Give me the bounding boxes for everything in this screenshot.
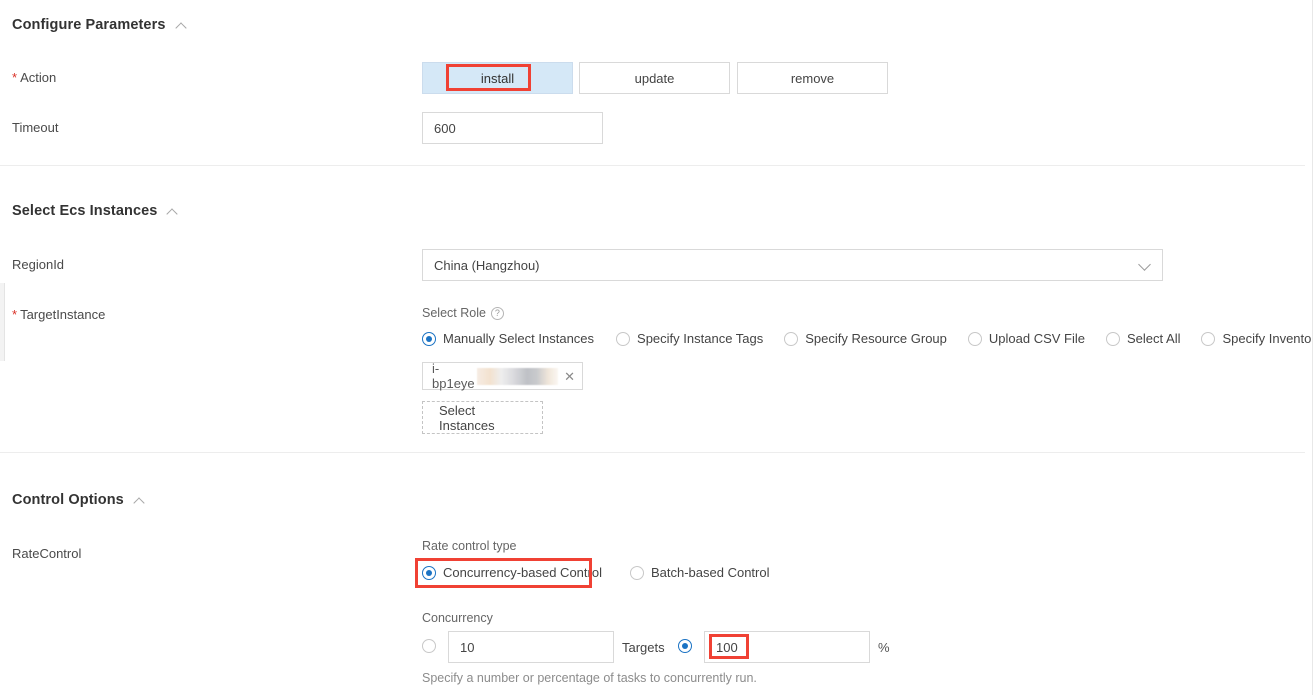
action-label: Action: [20, 70, 57, 85]
section-title: Control Options: [12, 492, 124, 508]
section-header-select-ecs-instances: Select Ecs Instances: [12, 203, 178, 219]
select-role-label-group: Select Role ?: [422, 306, 504, 320]
targets-percent-input[interactable]: 100: [704, 631, 870, 663]
percent-symbol-text: %: [878, 640, 890, 655]
select-role-radio-group: Manually Select Instances Specify Instan…: [422, 331, 1312, 346]
timeout-input[interactable]: 600: [422, 112, 603, 144]
regionid-label: RegionId: [12, 257, 65, 272]
radio-specify-instance-tags[interactable]: Specify Instance Tags: [616, 331, 763, 346]
required-marker: *: [12, 307, 18, 322]
targets-label-text: Targets: [622, 640, 665, 655]
section-header-control-options: Control Options: [12, 492, 145, 508]
timeout-input-value: 600: [434, 120, 456, 136]
scrollbar-thumb[interactable]: [0, 283, 5, 361]
radio-specify-resource-group[interactable]: Specify Resource Group: [784, 331, 947, 346]
radio-dot-icon: [1201, 331, 1216, 346]
redacted-text: [476, 367, 559, 385]
targetinstance-label: TargetInstance: [20, 307, 106, 322]
section-divider-1: [0, 165, 1305, 166]
regionid-row-label: RegionId: [12, 257, 64, 272]
radio-dot-icon: [422, 639, 436, 653]
radio-dot-icon: [422, 331, 436, 346]
select-role-label: Select Role: [422, 306, 486, 320]
concurrency-hint-text: Specify a number or percentage of tasks …: [422, 671, 757, 685]
radio-dot-icon: [784, 331, 799, 346]
help-icon[interactable]: ?: [490, 306, 504, 320]
rate-control-type-label-text: Rate control type: [422, 539, 517, 553]
chevron-up-icon[interactable]: [176, 20, 187, 31]
action-option-update[interactable]: update: [579, 62, 730, 94]
chevron-up-icon[interactable]: [167, 206, 178, 217]
timeout-row-label: Timeout: [12, 120, 58, 135]
required-marker: *: [12, 70, 18, 85]
radio-label: Batch-based Control: [650, 565, 770, 580]
concurrency-number-input[interactable]: 10: [448, 631, 614, 663]
targets-label: Targets: [622, 640, 665, 655]
radio-manually-select-instances[interactable]: Manually Select Instances: [422, 331, 594, 346]
radio-dot-icon: [629, 565, 644, 580]
concurrency-hint: Specify a number or percentage of tasks …: [422, 671, 757, 685]
targetinstance-row-label: * TargetInstance: [12, 307, 105, 322]
action-option-install[interactable]: install: [422, 62, 573, 94]
radio-select-all[interactable]: Select All: [1106, 331, 1180, 346]
radio-specify-inventory-conditions[interactable]: Specify Inventory Conditions: [1201, 331, 1312, 346]
section-title: Select Ecs Instances: [12, 203, 158, 219]
radio-label: Concurrency-based Control: [443, 565, 602, 580]
concurrency-number-value: 10: [460, 639, 475, 655]
radio-label: Specify Instance Tags: [637, 331, 764, 346]
ratecontrol-label: RateControl: [12, 546, 82, 561]
radio-dot-icon: [678, 639, 692, 653]
radio-label: Manually Select Instances: [443, 331, 595, 346]
instance-chip[interactable]: i-bp1eye ✕: [422, 361, 583, 391]
radio-dot-icon: [422, 565, 436, 580]
action-option-update-label: update: [634, 70, 675, 86]
concurrency-targets-radio[interactable]: [678, 639, 692, 653]
action-option-install-label: install: [480, 70, 515, 86]
radio-label: Upload CSV File: [988, 331, 1085, 346]
action-option-remove[interactable]: remove: [737, 62, 888, 94]
select-instances-button[interactable]: Select Instances: [422, 401, 543, 434]
rate-control-type-label: Rate control type: [422, 539, 517, 553]
concurrency-label-text: Concurrency: [422, 611, 493, 625]
regionid-value: China (Hangzhou): [434, 257, 540, 273]
rate-control-type-radio-group: Concurrency-based Control Batch-based Co…: [422, 565, 769, 580]
section-header-configure-parameters: Configure Parameters: [12, 17, 187, 33]
concurrency-label: Concurrency: [422, 611, 493, 625]
radio-dot-icon: [967, 331, 982, 346]
select-instances-button-label: Select Instances: [439, 402, 495, 433]
section-divider-2: [0, 452, 1305, 453]
action-option-remove-label: remove: [790, 70, 835, 86]
percent-symbol: %: [878, 640, 890, 655]
radio-label: Specify Resource Group: [805, 331, 947, 346]
action-row-label: * Action: [12, 70, 56, 85]
instance-chip-text: i-bp1eye: [432, 361, 475, 391]
configure-parameters-page: Configure Parameters * Action install upd…: [0, 0, 1313, 695]
radio-dot-icon: [1106, 331, 1120, 346]
ratecontrol-row-label: RateControl: [12, 546, 81, 561]
regionid-select[interactable]: China (Hangzhou): [422, 249, 1163, 281]
chevron-up-icon[interactable]: [134, 495, 145, 506]
radio-dot-icon: [616, 331, 631, 346]
radio-label: Specify Inventory Conditions: [1222, 331, 1312, 346]
radio-batch-based-control[interactable]: Batch-based Control: [629, 565, 770, 580]
close-icon[interactable]: ✕: [564, 370, 575, 383]
timeout-label: Timeout: [12, 120, 59, 135]
targets-percent-value: 100: [716, 639, 738, 655]
concurrency-number-radio[interactable]: [422, 639, 436, 653]
chevron-down-icon: [1139, 259, 1151, 271]
section-title: Configure Parameters: [12, 17, 166, 33]
radio-upload-csv-file[interactable]: Upload CSV File: [967, 331, 1085, 346]
radio-concurrency-based-control[interactable]: Concurrency-based Control: [422, 565, 602, 580]
radio-label: Select All: [1127, 331, 1181, 346]
